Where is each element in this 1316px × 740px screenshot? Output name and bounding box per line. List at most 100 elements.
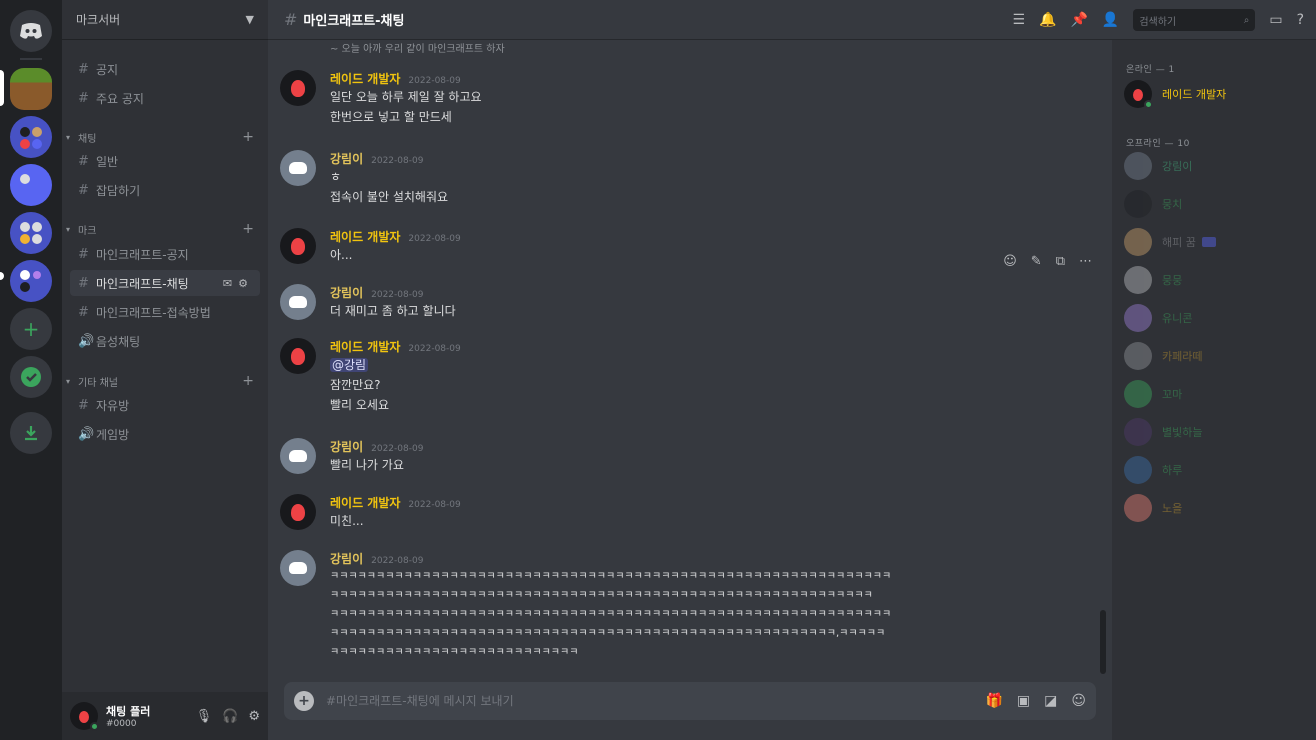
member-name: 노을 [1162, 502, 1183, 515]
thread-icon[interactable]: ⧉ [1056, 254, 1065, 269]
upload-plus-icon[interactable]: + [294, 691, 314, 711]
pin-icon[interactable]: 📌 [1070, 12, 1087, 28]
message-author[interactable]: 레이드 개발자 [330, 228, 400, 245]
message-author[interactable]: 강림이 [330, 150, 363, 167]
user-panel: 채팅 플러 #0000 🎙 🎧 ⚙ [62, 692, 268, 740]
emoji-icon[interactable]: ☺ [1071, 693, 1086, 709]
search-input[interactable]: 검색하기 ⌕ [1133, 9, 1256, 31]
chevron-down-icon: ▾ [66, 376, 71, 386]
member-item[interactable]: 레이드 개발자 [1124, 76, 1308, 112]
channel-sidebar: 마크서버 ▼ # 공지 # 주요 공지 ▾ 채팅 + # 일반 # 잡담하기 ▾ 마크 + # 마… [62, 0, 268, 740]
member-item[interactable]: 노을 [1124, 490, 1308, 526]
member-item[interactable]: 꼬마 [1124, 376, 1308, 412]
speaker-icon: 🔊 [78, 426, 95, 442]
more-icon[interactable]: ⋯ [1079, 254, 1092, 269]
server-4-icon[interactable] [10, 212, 52, 254]
channel-item[interactable]: # 잡담하기 [70, 177, 260, 203]
hash-icon: # [78, 61, 89, 77]
avatar[interactable] [280, 284, 316, 320]
gif-icon[interactable]: ▣ [1017, 693, 1030, 709]
avatar[interactable] [280, 550, 316, 586]
server-1-icon[interactable] [10, 68, 52, 110]
invite-settings-icons[interactable]: ✉⚙ [223, 277, 254, 290]
message-text: ㅋㅋㅋㅋㅋㅋㅋㅋㅋㅋㅋㅋㅋㅋㅋㅋㅋㅋㅋㅋㅋㅋㅋㅋㅋㅋㅋㅋㅋㅋㅋㅋㅋㅋㅋㅋㅋㅋㅋㅋ… [330, 571, 892, 582]
user-name: 채팅 플러 [106, 705, 151, 718]
message-author[interactable]: 레이드 개발자 [330, 338, 400, 355]
guild-header[interactable]: 마크서버 ▼ [62, 0, 268, 40]
gift-icon[interactable]: 🎁 [985, 693, 1002, 709]
download-apps-icon[interactable] [10, 412, 52, 454]
add-channel-icon[interactable]: + [242, 221, 254, 237]
message-author[interactable]: 강림이 [330, 438, 363, 455]
sticker-icon[interactable]: ◪ [1044, 693, 1057, 709]
avatar[interactable] [70, 702, 99, 731]
member-item[interactable]: 하루 [1124, 452, 1308, 488]
member-item[interactable]: 별빛하늘 [1124, 414, 1308, 450]
microphone-icon[interactable]: 🎙 [196, 709, 213, 724]
chevron-down-icon: ▾ [66, 224, 71, 234]
bot-badge-icon [1201, 237, 1216, 247]
channel-item[interactable]: # 일반 [70, 148, 260, 174]
user-mention[interactable]: @강림 [330, 358, 369, 372]
message-text: @강림 [330, 355, 1080, 375]
online-status-icon [90, 722, 99, 731]
add-channel-icon[interactable]: + [242, 373, 254, 389]
message-author[interactable]: 강림이 [330, 284, 363, 301]
member-item[interactable]: 뭉뭉 [1124, 262, 1308, 298]
edit-icon[interactable]: ✎ [1031, 254, 1042, 269]
message-text: 아... [330, 248, 353, 262]
member-item[interactable]: 유니콘 [1124, 300, 1308, 336]
member-item[interactable]: 뭉치 [1124, 186, 1308, 222]
channel-item-active[interactable]: # 마인크래프트-채팅 ✉⚙ [70, 270, 260, 296]
explore-servers-icon[interactable] [10, 356, 52, 398]
avatar[interactable] [280, 338, 316, 374]
headphones-icon[interactable]: 🎧 [222, 709, 238, 724]
hash-icon: # [78, 90, 89, 106]
inbox-icon[interactable]: ▭ [1269, 12, 1282, 28]
avatar[interactable] [280, 494, 316, 530]
message: 레이드 개발자 2022-08-09 @강림 잠깐만요? 빨리 오세요 [280, 338, 1080, 415]
search-icon: ⌕ [1243, 14, 1250, 26]
category-header[interactable]: ▾ 채팅 + [66, 128, 262, 146]
message-text: ㅋㅋㅋㅋㅋㅋㅋㅋㅋㅋㅋㅋㅋㅋㅋㅋㅋㅋㅋㅋㅋㅋㅋㅋㅋㅋㅋㅋㅋㅋㅋㅋㅋㅋㅋㅋㅋㅋㅋㅋ… [330, 628, 886, 639]
avatar[interactable] [280, 70, 316, 106]
member-item[interactable]: 해피 꿈 [1124, 224, 1308, 260]
bell-icon[interactable]: 🔔 [1039, 12, 1056, 28]
message-text: 잠깐만요? [330, 378, 381, 392]
category-header[interactable]: ▾ 마크 + [66, 220, 262, 238]
message-author[interactable]: 강림이 [330, 550, 363, 567]
gear-icon[interactable]: ⚙ [248, 709, 260, 724]
member-item[interactable]: 카페라떼 [1124, 338, 1308, 374]
message-author[interactable]: 레이드 개발자 [330, 70, 400, 87]
message-author[interactable]: 레이드 개발자 [330, 494, 400, 511]
hash-icon: # [78, 246, 89, 262]
discord-home-icon[interactable] [10, 10, 52, 52]
unread-pill [0, 272, 4, 280]
avatar[interactable] [280, 228, 316, 264]
add-channel-icon[interactable]: + [242, 129, 254, 145]
message-input[interactable] [326, 694, 926, 708]
member-list-icon[interactable]: 👤 [1102, 12, 1119, 28]
chevron-down-icon: ▾ [66, 132, 71, 142]
server-3-icon[interactable] [10, 164, 52, 206]
channel-item[interactable]: 🔊 게임방 [70, 421, 260, 447]
avatar[interactable] [280, 150, 316, 186]
category-header[interactable]: ▾ 기타 채널 + [66, 372, 262, 390]
threads-icon[interactable]: ☰ [1012, 12, 1025, 28]
channel-item[interactable]: # 자유방 [70, 392, 260, 418]
channel-item[interactable]: # 주요 공지 [70, 85, 260, 111]
channel-item[interactable]: # 마인크래프트-접속방법 [70, 299, 260, 325]
member-item[interactable]: 강림이 [1124, 148, 1308, 184]
channel-item[interactable]: # 마인크래프트-공지 [70, 241, 260, 267]
server-2-icon[interactable] [10, 116, 52, 158]
add-reaction-icon[interactable]: ☺ [1003, 254, 1017, 269]
add-server-icon[interactable]: + [10, 308, 52, 350]
member-name: 꼬마 [1162, 388, 1183, 401]
channel-item[interactable]: # 공지 [70, 56, 260, 82]
scrollbar[interactable] [1100, 610, 1106, 674]
avatar[interactable] [280, 438, 316, 474]
server-5-icon[interactable] [10, 260, 52, 302]
message-text: 일단 오늘 하루 제일 잘 하고요 [330, 90, 482, 104]
help-icon[interactable]: ? [1297, 12, 1304, 28]
channel-item[interactable]: 🔊 음성채팅 [70, 328, 260, 354]
